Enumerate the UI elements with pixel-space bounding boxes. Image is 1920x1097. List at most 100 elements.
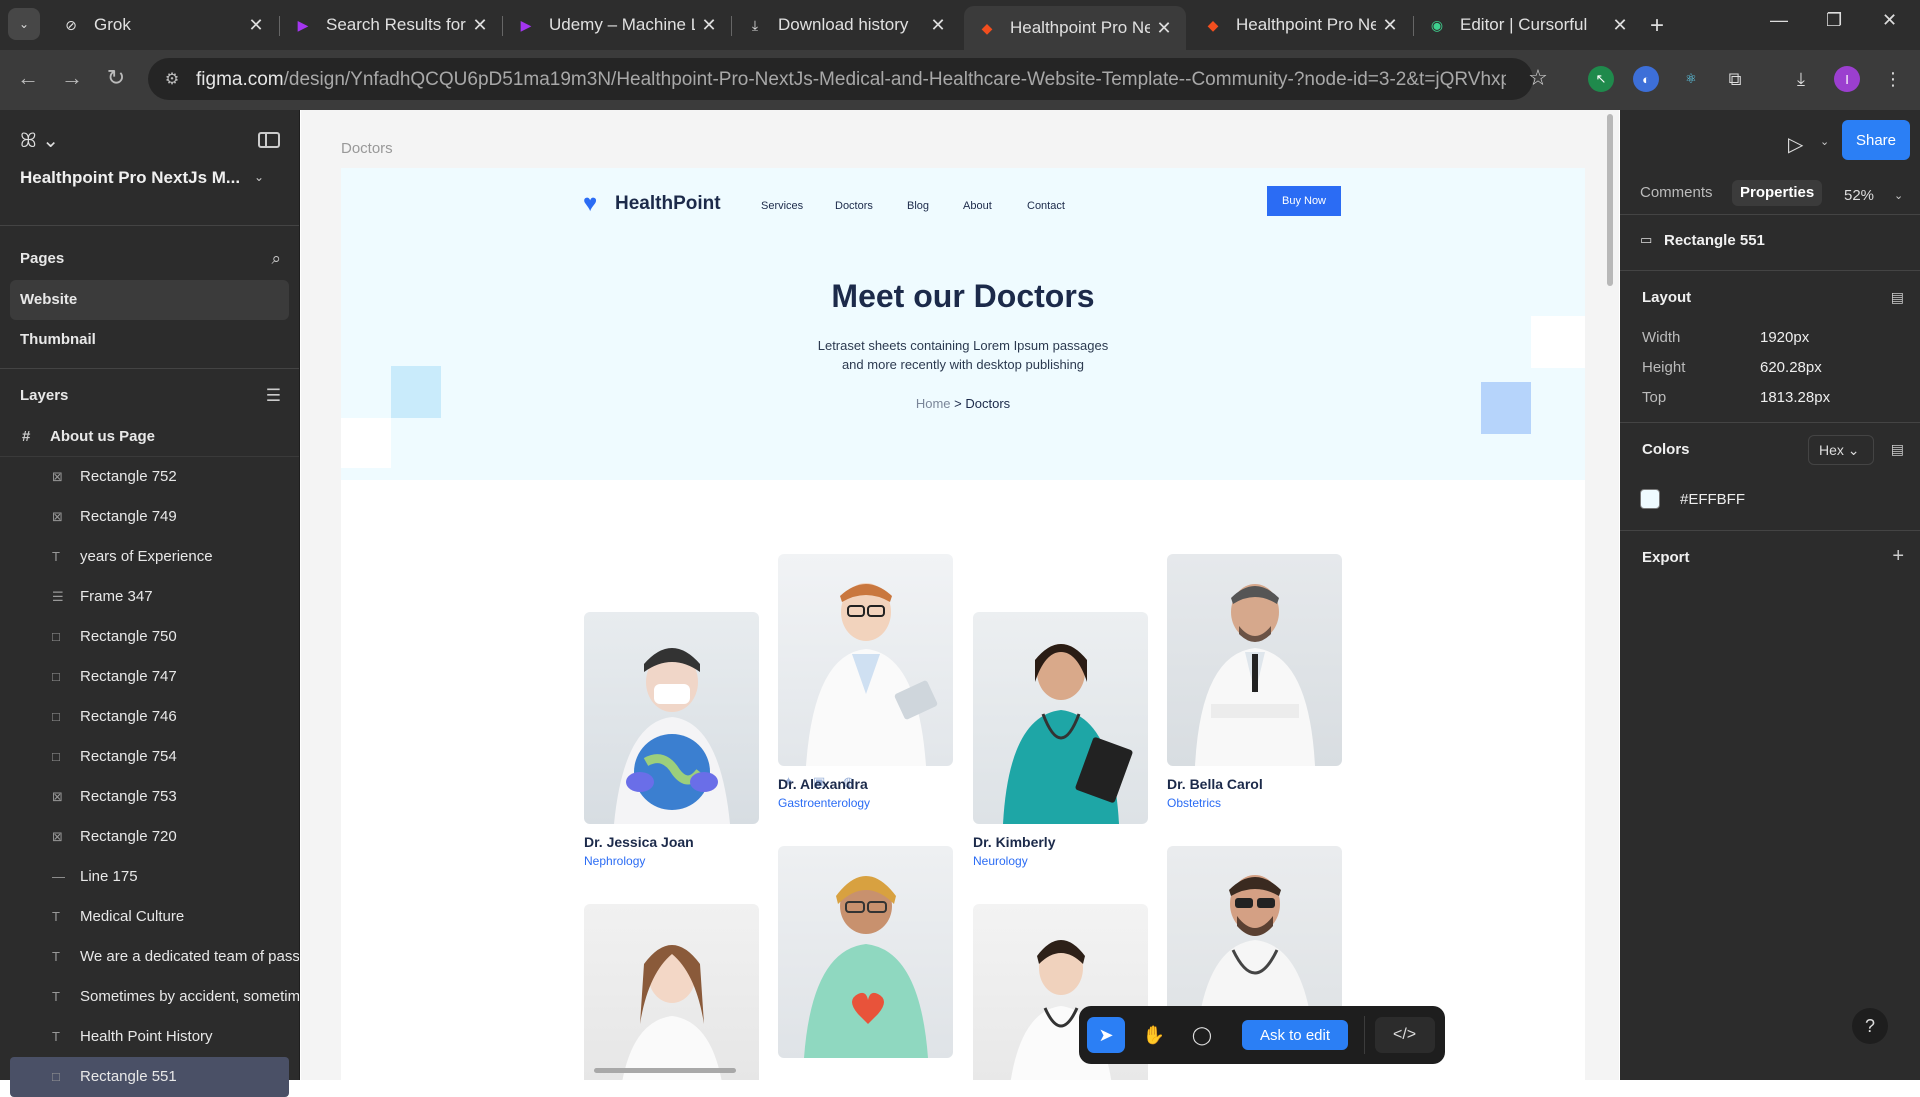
add-export-icon[interactable]: + [1892,545,1904,568]
layer-item[interactable]: □ Rectangle 754 [0,737,299,777]
share-button[interactable]: Share [1842,120,1910,160]
close-window-icon[interactable]: ✕ [1882,10,1897,31]
layer-item[interactable]: ⊠ Rectangle 753 [0,777,299,817]
breadcrumb-home[interactable]: Home [916,396,951,411]
nav-services[interactable]: Services [761,200,803,212]
layer-item[interactable]: ☰ Frame 347 [0,577,299,617]
color-format-select[interactable]: Hex ⌄ [1808,435,1874,465]
tab-healthpoint[interactable]: ◆ Healthpoint Pro Next ✕ [1190,6,1412,44]
cursorful-extension-icon[interactable]: ↖ [1588,66,1614,92]
layer-item[interactable]: T We are a dedicated team of passi [0,937,299,977]
profile-avatar[interactable]: I [1834,66,1860,92]
tab-comments[interactable]: Comments [1632,180,1721,206]
layer-root-frame[interactable]: # About us Page [0,417,299,457]
tab-grok[interactable]: ⊘ Grok ✕ [48,6,278,44]
close-tab-icon[interactable]: ✕ [1606,15,1634,36]
chevron-down-icon[interactable]: ⌄ [254,170,264,184]
frame-label[interactable]: Doctors [341,140,393,157]
doctors-frame[interactable]: ♥ HealthPoint Services Doctors Blog Abou… [341,168,1585,1080]
layer-item[interactable]: T Health Point History [0,1017,299,1057]
layer-item[interactable]: ⊠ Rectangle 749 [0,497,299,537]
clipboard-icon[interactable]: ▤ [1891,289,1904,306]
new-tab-icon[interactable]: + [1650,12,1664,40]
extensions-puzzle-icon[interactable]: ⧉ [1722,66,1748,92]
file-name[interactable]: Healthpoint Pro NextJs M... [20,168,240,188]
close-tab-icon[interactable]: ✕ [466,15,494,36]
close-tab-icon[interactable]: ✕ [242,15,270,36]
doctor-photo[interactable] [973,612,1148,824]
selection-name[interactable]: Rectangle 551 [1664,232,1765,249]
tab-udemy[interactable]: ▶ Udemy – Machine Le ✕ [503,6,731,44]
layer-item[interactable]: □ Rectangle 750 [0,617,299,657]
reload-icon[interactable]: ↻ [100,62,132,94]
browser-menu-icon[interactable]: ⋮ [1880,66,1906,92]
layer-item[interactable]: □ Rectangle 551 [10,1057,289,1097]
move-tool-icon[interactable]: ➤ [1087,1017,1125,1053]
ask-to-edit-button[interactable]: Ask to edit [1242,1020,1348,1050]
tab-search-results[interactable]: ▶ Search Results for “M ✕ [280,6,502,44]
tab-healthpoint-active[interactable]: ◆ Healthpoint Pro Next ✕ [964,6,1186,50]
extension-icon[interactable]: ◐ [1633,66,1659,92]
doctor-photo[interactable] [584,904,759,1080]
figma-menu-icon[interactable]: ꕤ ⌄ [20,128,59,153]
layer-item[interactable]: □ Rectangle 746 [0,697,299,737]
doctor-photo[interactable] [778,554,953,766]
react-devtools-icon[interactable]: ⚛ [1678,66,1704,92]
color-hex-value[interactable]: #EFFBFF [1680,491,1745,508]
height-value[interactable]: 620.28px [1760,359,1822,376]
doctor-photo[interactable] [1167,554,1342,766]
width-value[interactable]: 1920px [1760,329,1809,346]
page-thumbnail[interactable]: Thumbnail [10,320,289,360]
collapse-layers-icon[interactable]: ☰ [266,375,281,417]
minimize-icon[interactable]: — [1770,10,1788,31]
close-tab-icon[interactable]: ✕ [1150,18,1178,39]
design-canvas[interactable]: Doctors ♥ HealthPoint Services Doctors B… [301,110,1619,1080]
restore-icon[interactable]: ❐ [1826,10,1842,31]
layer-item[interactable]: ⊠ Rectangle 752 [0,457,299,497]
toggle-sidebar-icon[interactable] [258,132,280,148]
nav-about[interactable]: About [963,200,992,212]
url-text[interactable]: figma.com/design/YnfadhQCQU6pD51ma19m3N/… [196,69,1506,91]
page-website[interactable]: Website [10,280,289,320]
chevron-down-icon[interactable]: ⌄ [1894,189,1903,202]
site-info-icon[interactable]: ⚙ [156,63,188,95]
chevron-down-icon[interactable]: ⌄ [1820,135,1829,148]
search-icon[interactable]: ⌕ [271,238,281,280]
tab-properties[interactable]: Properties [1732,180,1823,206]
present-play-icon[interactable]: ▷ [1788,132,1803,157]
layer-item[interactable]: T Medical Culture [0,897,299,937]
brand-logo[interactable]: ♥ HealthPoint [583,192,721,216]
nav-contact[interactable]: Contact [1027,200,1065,212]
layer-item[interactable]: T Sometimes by accident, sometim [0,977,299,1017]
doctor-photo[interactable] [584,612,759,824]
layer-item[interactable]: — Line 175 [0,857,299,897]
close-tab-icon[interactable]: ✕ [1376,15,1404,36]
zoom-level[interactable]: 52% [1844,187,1874,204]
color-swatch[interactable] [1640,489,1660,509]
nav-blog[interactable]: Blog [907,200,929,212]
nav-doctors[interactable]: Doctors [835,200,873,212]
comment-tool-icon[interactable]: ◯ [1183,1017,1221,1053]
back-icon[interactable]: ← [12,62,44,94]
hand-tool-icon[interactable]: ✋ [1135,1017,1173,1053]
tab-cursorful[interactable]: ◉ Editor | Cursorful ✕ [1414,6,1642,44]
layer-item[interactable]: ⊠ Rectangle 720 [0,817,299,857]
downloads-icon[interactable]: ⤓ [1788,66,1814,92]
forward-icon[interactable]: → [56,62,88,94]
dev-mode-code-icon[interactable]: </> [1375,1017,1435,1053]
tab-search-chevron-icon[interactable]: ⌄ [8,8,40,40]
clipboard-icon[interactable]: ▤ [1891,441,1904,458]
top-value[interactable]: 1813.28px [1760,389,1830,406]
help-button[interactable]: ? [1852,1008,1888,1044]
canvas-vertical-scrollbar[interactable] [1607,114,1613,286]
close-tab-icon[interactable]: ✕ [695,15,723,36]
canvas-horizontal-scrollbar[interactable] [594,1068,736,1073]
layer-item[interactable]: Tyears of Experience [0,537,299,577]
hero-section[interactable]: ♥ HealthPoint Services Doctors Blog Abou… [341,168,1585,480]
tab-download-history[interactable]: ⤓ Download history ✕ [732,6,960,44]
close-tab-icon[interactable]: ✕ [924,15,952,36]
buy-now-button[interactable]: Buy Now [1267,186,1341,216]
layer-item[interactable]: □ Rectangle 747 [0,657,299,697]
bookmark-star-icon[interactable]: ☆ [1522,62,1554,94]
doctor-photo[interactable] [778,846,953,1058]
